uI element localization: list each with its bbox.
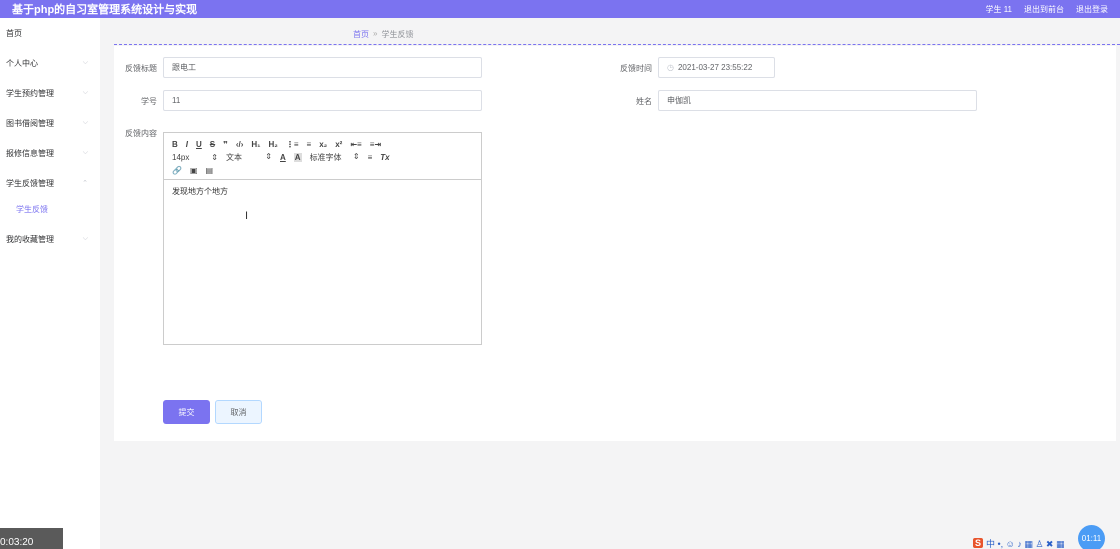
chevron-down-icon: ⌵ — [82, 149, 88, 156]
student-id-field[interactable] — [163, 90, 482, 111]
bullet-list-button[interactable]: ≡ — [307, 140, 312, 149]
current-user: 学生 11 — [985, 4, 1012, 14]
font-size-value: 14px — [172, 153, 190, 162]
toolbar-row-formatting: B I U S ❞ ‹/› H₁ H₂ ⋮≡ ≡ x₂ x² ⇤≡ ≡⇥ — [172, 138, 473, 151]
sidebar: 首页 个人中心 ⌵ 学生预约管理 ⌵ 图书借阅管理 ⌵ 报修信息管理 ⌵ 学生反… — [0, 18, 100, 549]
sidebar-item-feedback[interactable]: 学生反馈管理 ⌃ — [0, 176, 100, 190]
clock-icon: ◷ — [667, 63, 674, 72]
chevron-up-icon: ⌃ — [82, 180, 88, 187]
chevron-down-icon: ⌵ — [82, 59, 88, 66]
link-button[interactable]: 🔗 — [172, 166, 182, 175]
sidebar-subitem-student-feedback[interactable]: 学生反馈 — [16, 204, 48, 215]
indent-button[interactable]: ≡⇥ — [370, 140, 381, 149]
subscript-button[interactable]: x₂ — [319, 140, 327, 149]
align-button[interactable]: ≡ — [368, 153, 373, 162]
logout-link[interactable]: 退出登录 — [1076, 4, 1108, 15]
background-color-button[interactable]: A — [293, 153, 302, 162]
font-color-button[interactable]: A — [280, 153, 286, 162]
rich-text-editor: B I U S ❞ ‹/› H₁ H₂ ⋮≡ ≡ x₂ x² ⇤≡ ≡⇥ 14p… — [163, 132, 482, 345]
divider — [114, 44, 1120, 45]
breadcrumb-home[interactable]: 首页 — [353, 29, 369, 40]
toolbar-row-pickers: 14px ⇕ 文本 ⇕ A A 标准字体 ⇕ ≡ Tx — [172, 151, 473, 164]
student-id-input[interactable] — [172, 96, 481, 105]
text-cursor-icon: I — [245, 210, 249, 222]
sidebar-item-favorites[interactable]: 我的收藏管理 ⌵ — [0, 232, 100, 246]
chevron-down-icon: ⌵ — [82, 89, 88, 96]
sidebar-item-label: 我的收藏管理 — [6, 234, 54, 244]
sidebar-item-books[interactable]: 图书借阅管理 ⌵ — [0, 116, 100, 130]
feedback-time-field[interactable]: ◷ 2021-03-27 23:55:22 — [658, 57, 775, 78]
toolbar-row-insert: 🔗 ▣ ▤ — [172, 164, 473, 177]
font-family-picker[interactable]: 标准字体 ⇕ — [310, 152, 360, 163]
breadcrumb-current: 学生反馈 — [381, 30, 414, 39]
feedback-title-field[interactable] — [163, 57, 482, 78]
sidebar-item-reservations[interactable]: 学生预约管理 ⌵ — [0, 86, 100, 100]
sidebar-item-home[interactable]: 首页 — [0, 26, 100, 40]
sidebar-item-repairs[interactable]: 报修信息管理 ⌵ — [0, 146, 100, 160]
heading2-button[interactable]: H₂ — [269, 140, 278, 149]
sidebar-item-label: 学生预约管理 — [6, 88, 54, 98]
breadcrumb: 首页 » 学生反馈 — [353, 29, 413, 40]
outdent-button[interactable]: ⇤≡ — [350, 140, 361, 149]
name-label: 姓名 — [636, 97, 652, 106]
underline-button[interactable]: U — [196, 140, 202, 149]
name-field[interactable] — [658, 90, 977, 111]
name-input[interactable] — [667, 96, 976, 105]
sidebar-item-label: 报修信息管理 — [6, 148, 54, 158]
ime-logo-icon[interactable]: S — [973, 538, 984, 548]
feedback-time-label: 反馈时间 — [620, 64, 652, 73]
submit-button[interactable]: 提交 — [163, 400, 210, 424]
superscript-button[interactable]: x² — [335, 140, 342, 149]
header-picker[interactable]: 文本 ⇕ — [226, 152, 272, 163]
ime-status[interactable]: 中 •, ☺ ♪ ▦ ♙ ✖ ▦ — [986, 537, 1064, 549]
app-title: 基于php的自习室管理系统设计与实现 — [12, 4, 198, 16]
sidebar-item-label: 首页 — [6, 28, 22, 38]
picker-arrow-icon: ⇕ — [265, 152, 272, 161]
feedback-time-value: 2021-03-27 23:55:22 — [677, 63, 753, 72]
top-links: 学生 11 退出到前台 退出登录 — [985, 4, 1108, 15]
strike-button[interactable]: S — [210, 140, 215, 149]
picker-arrow-icon: ⇕ — [211, 153, 218, 162]
ime-toolbar: S 中 •, ☺ ♪ ▦ ♙ ✖ ▦ — [973, 537, 1064, 549]
feedback-content-label: 反馈内容 — [125, 129, 157, 138]
code-block-button[interactable]: ‹/› — [236, 140, 244, 149]
sidebar-item-label: 图书借阅管理 — [6, 118, 54, 128]
heading1-button[interactable]: H₁ — [251, 140, 260, 149]
editor-content[interactable]: 发现地方个地方 — [164, 180, 481, 203]
feedback-title-label: 反馈标题 — [125, 64, 157, 73]
editor-toolbar: B I U S ❞ ‹/› H₁ H₂ ⋮≡ ≡ x₂ x² ⇤≡ ≡⇥ 14p… — [164, 133, 481, 180]
header-value: 文本 — [226, 153, 242, 162]
font-size-picker[interactable]: 14px ⇕ — [172, 153, 218, 162]
breadcrumb-separator: » — [373, 29, 378, 38]
blockquote-button[interactable]: ❞ — [223, 140, 228, 149]
chevron-down-icon: ⌵ — [82, 235, 88, 242]
sidebar-item-personal-center[interactable]: 个人中心 ⌵ — [0, 56, 100, 70]
feedback-title-input[interactable] — [172, 63, 481, 72]
chevron-down-icon: ⌵ — [82, 119, 88, 126]
bold-button[interactable]: B — [172, 140, 178, 149]
ordered-list-button[interactable]: ⋮≡ — [286, 140, 299, 149]
picker-arrow-icon: ⇕ — [352, 152, 360, 161]
recording-timer: 0:03:20 — [0, 528, 63, 549]
image-button[interactable]: ▣ — [190, 166, 198, 175]
exit-to-frontend-link[interactable]: 退出到前台 — [1024, 4, 1064, 15]
cancel-button[interactable]: 取消 — [215, 400, 262, 424]
sidebar-item-label: 学生反馈管理 — [6, 178, 54, 188]
student-id-label: 学号 — [141, 97, 157, 106]
italic-button[interactable]: I — [186, 140, 188, 149]
font-family-value: 标准字体 — [309, 153, 342, 162]
clear-format-button[interactable]: Tx — [380, 153, 389, 162]
floating-button[interactable]: 01:11 — [1078, 525, 1105, 549]
video-button[interactable]: ▤ — [206, 166, 214, 175]
top-bar: 基于php的自习室管理系统设计与实现 学生 11 退出到前台 退出登录 — [0, 0, 1120, 18]
sidebar-item-label: 个人中心 — [6, 58, 38, 68]
